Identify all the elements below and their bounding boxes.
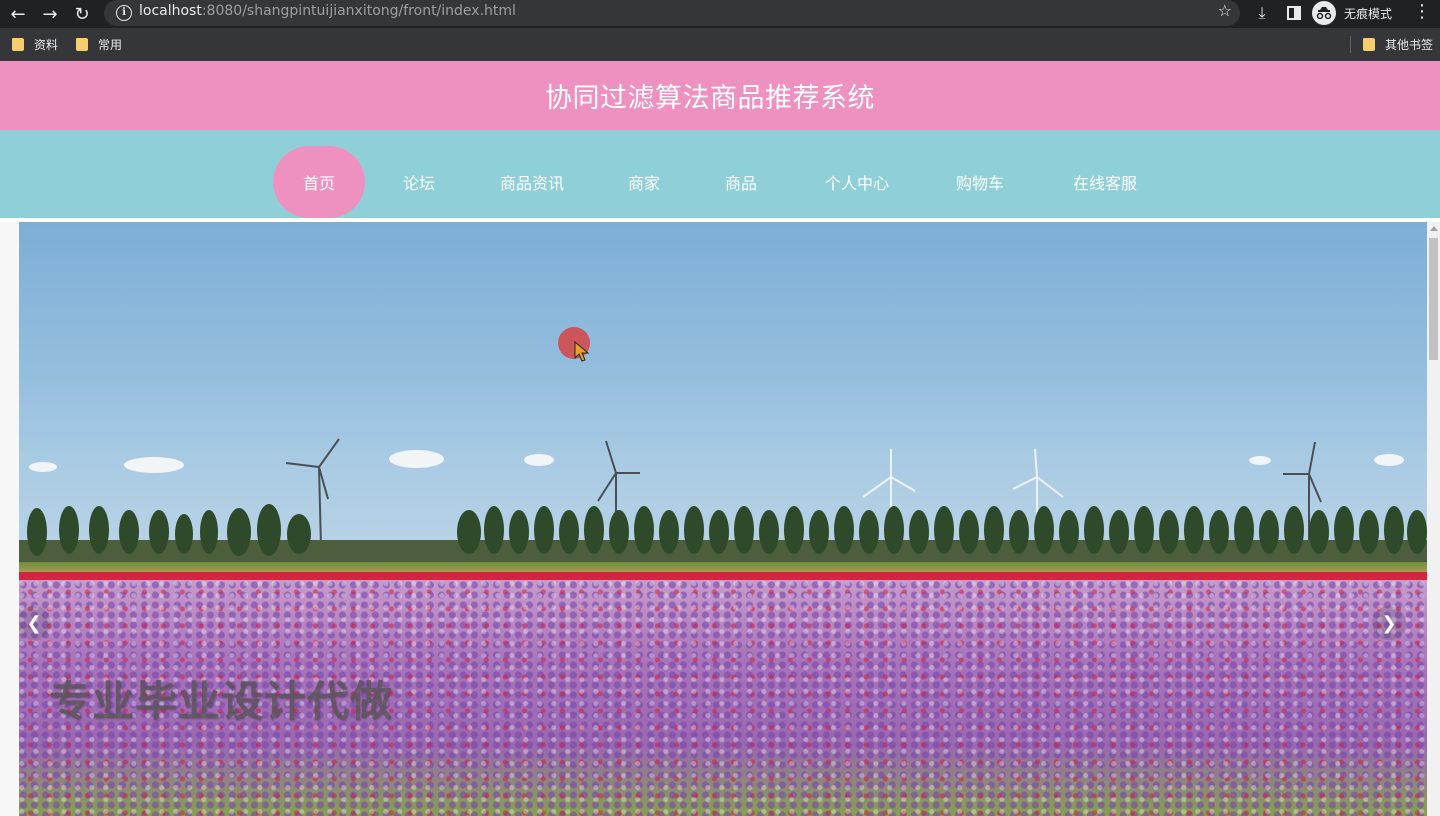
nav-item-merchants[interactable]: 商家 bbox=[608, 146, 680, 218]
chevron-right-icon: ❯ bbox=[1381, 612, 1397, 634]
nav-divider bbox=[0, 218, 1440, 221]
other-bookmarks[interactable]: 其他书签 bbox=[1363, 36, 1433, 53]
treeline bbox=[19, 504, 1427, 562]
banner-caption: 专业毕业设计代做 bbox=[49, 677, 394, 726]
incognito-indicator[interactable]: 无痕模式 bbox=[1312, 0, 1392, 26]
incognito-label: 无痕模式 bbox=[1344, 6, 1393, 21]
scroll-up-icon[interactable] bbox=[1430, 226, 1438, 231]
star-icon[interactable]: ☆ bbox=[1218, 1, 1232, 20]
site-nav: 首页 论坛 商品资讯 商家 商品 个人中心 购物车 在线客服 bbox=[0, 130, 1440, 218]
nav-item-products[interactable]: 商品 bbox=[705, 146, 777, 218]
folder-icon bbox=[1363, 38, 1375, 51]
cloud bbox=[524, 454, 554, 466]
cloud bbox=[29, 462, 57, 472]
forward-icon[interactable]: → bbox=[38, 2, 62, 26]
browser-toolbar: ← → ↻ i localhost:8080/shangpintuijianxi… bbox=[0, 0, 1440, 28]
page-gutter bbox=[0, 222, 19, 816]
reload-icon[interactable]: ↻ bbox=[70, 2, 94, 26]
back-icon[interactable]: ← bbox=[6, 2, 30, 26]
nav-item-support[interactable]: 在线客服 bbox=[1054, 146, 1156, 218]
other-bookmarks-label: 其他书签 bbox=[1385, 38, 1434, 52]
incognito-icon bbox=[1312, 1, 1336, 25]
nav-item-home[interactable]: 首页 bbox=[273, 146, 365, 218]
banner-carousel[interactable]: 专业毕业设计代做 ❮ ❯ bbox=[19, 222, 1427, 816]
menu-icon[interactable]: ⋮ bbox=[1412, 1, 1432, 22]
bookmark-item[interactable]: 常用 bbox=[76, 36, 122, 53]
bookmark-label: 资料 bbox=[34, 38, 59, 52]
carousel-next-button[interactable]: ❯ bbox=[1372, 606, 1406, 640]
bookmark-separator bbox=[1350, 36, 1351, 53]
sidepanel-icon[interactable] bbox=[1282, 1, 1306, 25]
address-bar[interactable]: i localhost:8080/shangpintuijianxitong/f… bbox=[104, 0, 1240, 26]
site-header: 协同过滤算法商品推荐系统 bbox=[0, 61, 1440, 130]
page: 协同过滤算法商品推荐系统 首页 论坛 商品资讯 商家 商品 个人中心 购物车 在… bbox=[0, 61, 1440, 816]
bookmarks-bar: 资料 常用 其他书签 bbox=[0, 28, 1440, 61]
bookmark-label: 常用 bbox=[98, 38, 123, 52]
folder-icon bbox=[76, 38, 88, 51]
mouse-cursor-icon bbox=[574, 341, 590, 362]
page-scrollbar[interactable] bbox=[1427, 222, 1440, 816]
bookmark-item[interactable]: 资料 bbox=[12, 36, 58, 53]
nav-item-cart[interactable]: 购物车 bbox=[940, 146, 1020, 218]
url-text[interactable]: localhost:8080/shangpintuijianxitong/fro… bbox=[139, 3, 516, 19]
cloud bbox=[1374, 454, 1404, 466]
nav-item-news[interactable]: 商品资讯 bbox=[481, 146, 583, 218]
site-title: 协同过滤算法商品推荐系统 bbox=[545, 83, 875, 114]
cloud bbox=[1249, 456, 1271, 465]
folder-icon bbox=[12, 38, 24, 51]
download-icon[interactable]: ⤓ bbox=[1250, 1, 1274, 25]
scroll-thumb[interactable] bbox=[1429, 238, 1438, 360]
url-path: :8080/shangpintuijianxitong/front/index.… bbox=[201, 3, 516, 19]
info-icon[interactable]: i bbox=[116, 5, 132, 21]
nav-item-profile[interactable]: 个人中心 bbox=[806, 146, 908, 218]
url-host: localhost bbox=[139, 3, 202, 19]
cloud bbox=[389, 450, 444, 468]
chevron-left-icon: ❮ bbox=[26, 612, 42, 634]
nav-item-forum[interactable]: 论坛 bbox=[383, 146, 455, 218]
cloud bbox=[124, 457, 184, 473]
